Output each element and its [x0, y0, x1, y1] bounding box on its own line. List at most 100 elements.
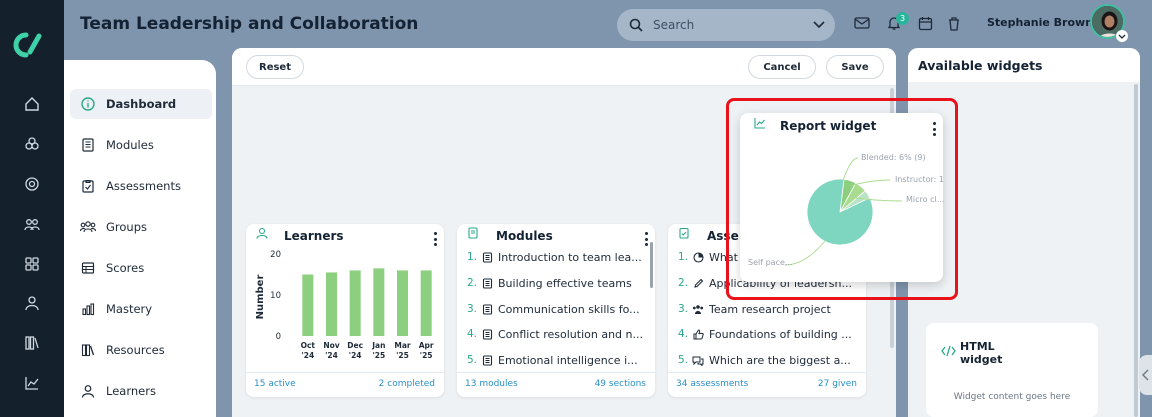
item-text: Introduction to team lea...: [498, 250, 642, 264]
sidebar-item-dashboard[interactable]: Dashboard: [70, 89, 212, 119]
user-name[interactable]: Stephanie Brown: [987, 16, 1093, 29]
panel-scrollbar[interactable]: [1134, 84, 1138, 417]
list-scrollbar[interactable]: [650, 242, 653, 288]
sidebar-item-assessments[interactable]: Assessments: [70, 171, 212, 201]
item-number: 2.: [467, 277, 478, 289]
list-item[interactable]: 4. Conflict resolution and n...: [467, 325, 647, 343]
y-tick-label: 20: [270, 250, 281, 260]
widget-title: Modules: [496, 229, 553, 243]
sidebar-item-groups[interactable]: Groups: [70, 212, 212, 242]
user-icon[interactable]: [22, 293, 42, 313]
target-icon[interactable]: [22, 174, 42, 194]
cancel-button[interactable]: Cancel: [748, 55, 816, 79]
panel-collapse-tab[interactable]: [1139, 355, 1152, 395]
bar[interactable]: [420, 270, 432, 336]
bar[interactable]: [326, 272, 337, 336]
highlight-box: [726, 98, 958, 300]
trash-icon[interactable]: [945, 14, 963, 32]
search-input[interactable]: Search: [653, 18, 809, 32]
bar[interactable]: [397, 270, 408, 336]
search-box[interactable]: Search: [617, 9, 835, 41]
list-item[interactable]: 2. Building effective teams: [467, 274, 647, 292]
save-button[interactable]: Save: [826, 55, 884, 79]
widget-title: HTML widget: [960, 340, 1003, 366]
active-count[interactable]: 15 active: [254, 379, 296, 389]
sidebar-item-learners[interactable]: Learners: [70, 376, 212, 406]
modules-widget: Modules 1. Introduction to team lea... 2…: [457, 224, 655, 397]
sidebar-item-label: Dashboard: [106, 97, 177, 111]
books-icon: [80, 342, 96, 358]
sidebar-item-mastery[interactable]: Mastery: [70, 294, 212, 324]
more-icon[interactable]: [643, 232, 649, 246]
x-tick-label: '25: [372, 351, 385, 360]
book-icon: [468, 227, 478, 239]
sections-count[interactable]: 49 sections: [595, 379, 646, 389]
item-number: 2.: [678, 277, 689, 289]
info-circle-icon: [80, 96, 96, 112]
sidebar: Dashboard Modules Assessments Groups Sco…: [64, 60, 216, 417]
item-number: 1.: [678, 251, 689, 263]
code-icon: [941, 345, 956, 357]
mail-icon[interactable]: [853, 14, 871, 32]
book-icon: [481, 303, 493, 315]
list-item[interactable]: 3. Communication skills fo...: [467, 300, 647, 318]
pie-icon: [692, 251, 704, 263]
left-rail: [0, 0, 64, 417]
cubes-icon[interactable]: [22, 134, 42, 154]
modules-count[interactable]: 13 modules: [465, 379, 518, 389]
item-number: 4.: [467, 328, 478, 340]
clipboard-icon: [679, 227, 689, 239]
divider: [246, 372, 444, 373]
item-number: 3.: [467, 303, 478, 315]
learners-bar-chart: Number20100Oct'24Nov'24Dec'24Jan'25Mar'2…: [255, 250, 434, 360]
calendar-icon[interactable]: [916, 14, 934, 32]
bar[interactable]: [302, 274, 314, 337]
x-tick-label: '24: [301, 351, 314, 360]
users-icon[interactable]: [22, 214, 42, 234]
sidebar-item-modules[interactable]: Modules: [70, 130, 212, 160]
reset-button[interactable]: Reset: [246, 55, 304, 79]
sidebar-item-label: Resources: [106, 343, 165, 357]
library-icon[interactable]: [22, 333, 42, 353]
sidebar-item-label: Scores: [106, 261, 145, 275]
list-item[interactable]: 5. Emotional intelligence i...: [467, 351, 647, 369]
html-widget-tile[interactable]: HTML widget Widget content goes here: [926, 323, 1098, 417]
home-icon[interactable]: [22, 94, 42, 114]
grid-icon[interactable]: [22, 254, 42, 274]
item-text: Communication skills fo...: [498, 302, 640, 316]
item-text: Which are the biggest a...: [709, 353, 851, 367]
table-icon: [80, 260, 96, 276]
completed-count[interactable]: 2 completed: [379, 379, 435, 389]
item-number: 1.: [467, 251, 478, 263]
chevron-down-icon[interactable]: [1116, 30, 1128, 42]
item-number: 5.: [678, 354, 689, 366]
given-count[interactable]: 27 given: [818, 379, 857, 389]
bar-chart-icon: [80, 301, 96, 317]
book-icon: [481, 328, 493, 340]
book-icon: [80, 137, 96, 153]
clipboard-icon: [80, 178, 96, 194]
bar[interactable]: [349, 270, 361, 336]
divider: [668, 372, 866, 373]
widget-placeholder: Widget content goes here: [953, 392, 1071, 402]
chat-icon: [692, 354, 704, 366]
users-icon: [692, 303, 704, 315]
app-logo[interactable]: [12, 30, 42, 60]
assessments-count[interactable]: 34 assessments: [676, 379, 748, 389]
list-item[interactable]: 5. Which are the biggest a...: [678, 351, 862, 369]
panel-header: Available widgets: [908, 48, 1140, 82]
x-tick-label: Nov: [323, 341, 339, 350]
bar[interactable]: [373, 268, 385, 336]
line-chart-icon[interactable]: [22, 373, 42, 393]
x-tick-label: '24: [349, 351, 362, 360]
search-icon: [629, 18, 643, 32]
list-item[interactable]: 3. Team research project: [678, 300, 862, 318]
list-item[interactable]: 4. Foundations of building ...: [678, 325, 862, 343]
chevron-down-icon[interactable]: [809, 15, 829, 35]
list-item[interactable]: 1. Introduction to team lea...: [467, 248, 647, 266]
sidebar-item-label: Learners: [106, 384, 156, 398]
widget-title: Learners: [284, 229, 344, 243]
sidebar-item-scores[interactable]: Scores: [70, 253, 212, 283]
sidebar-item-label: Modules: [106, 138, 154, 152]
sidebar-item-resources[interactable]: Resources: [70, 335, 212, 365]
